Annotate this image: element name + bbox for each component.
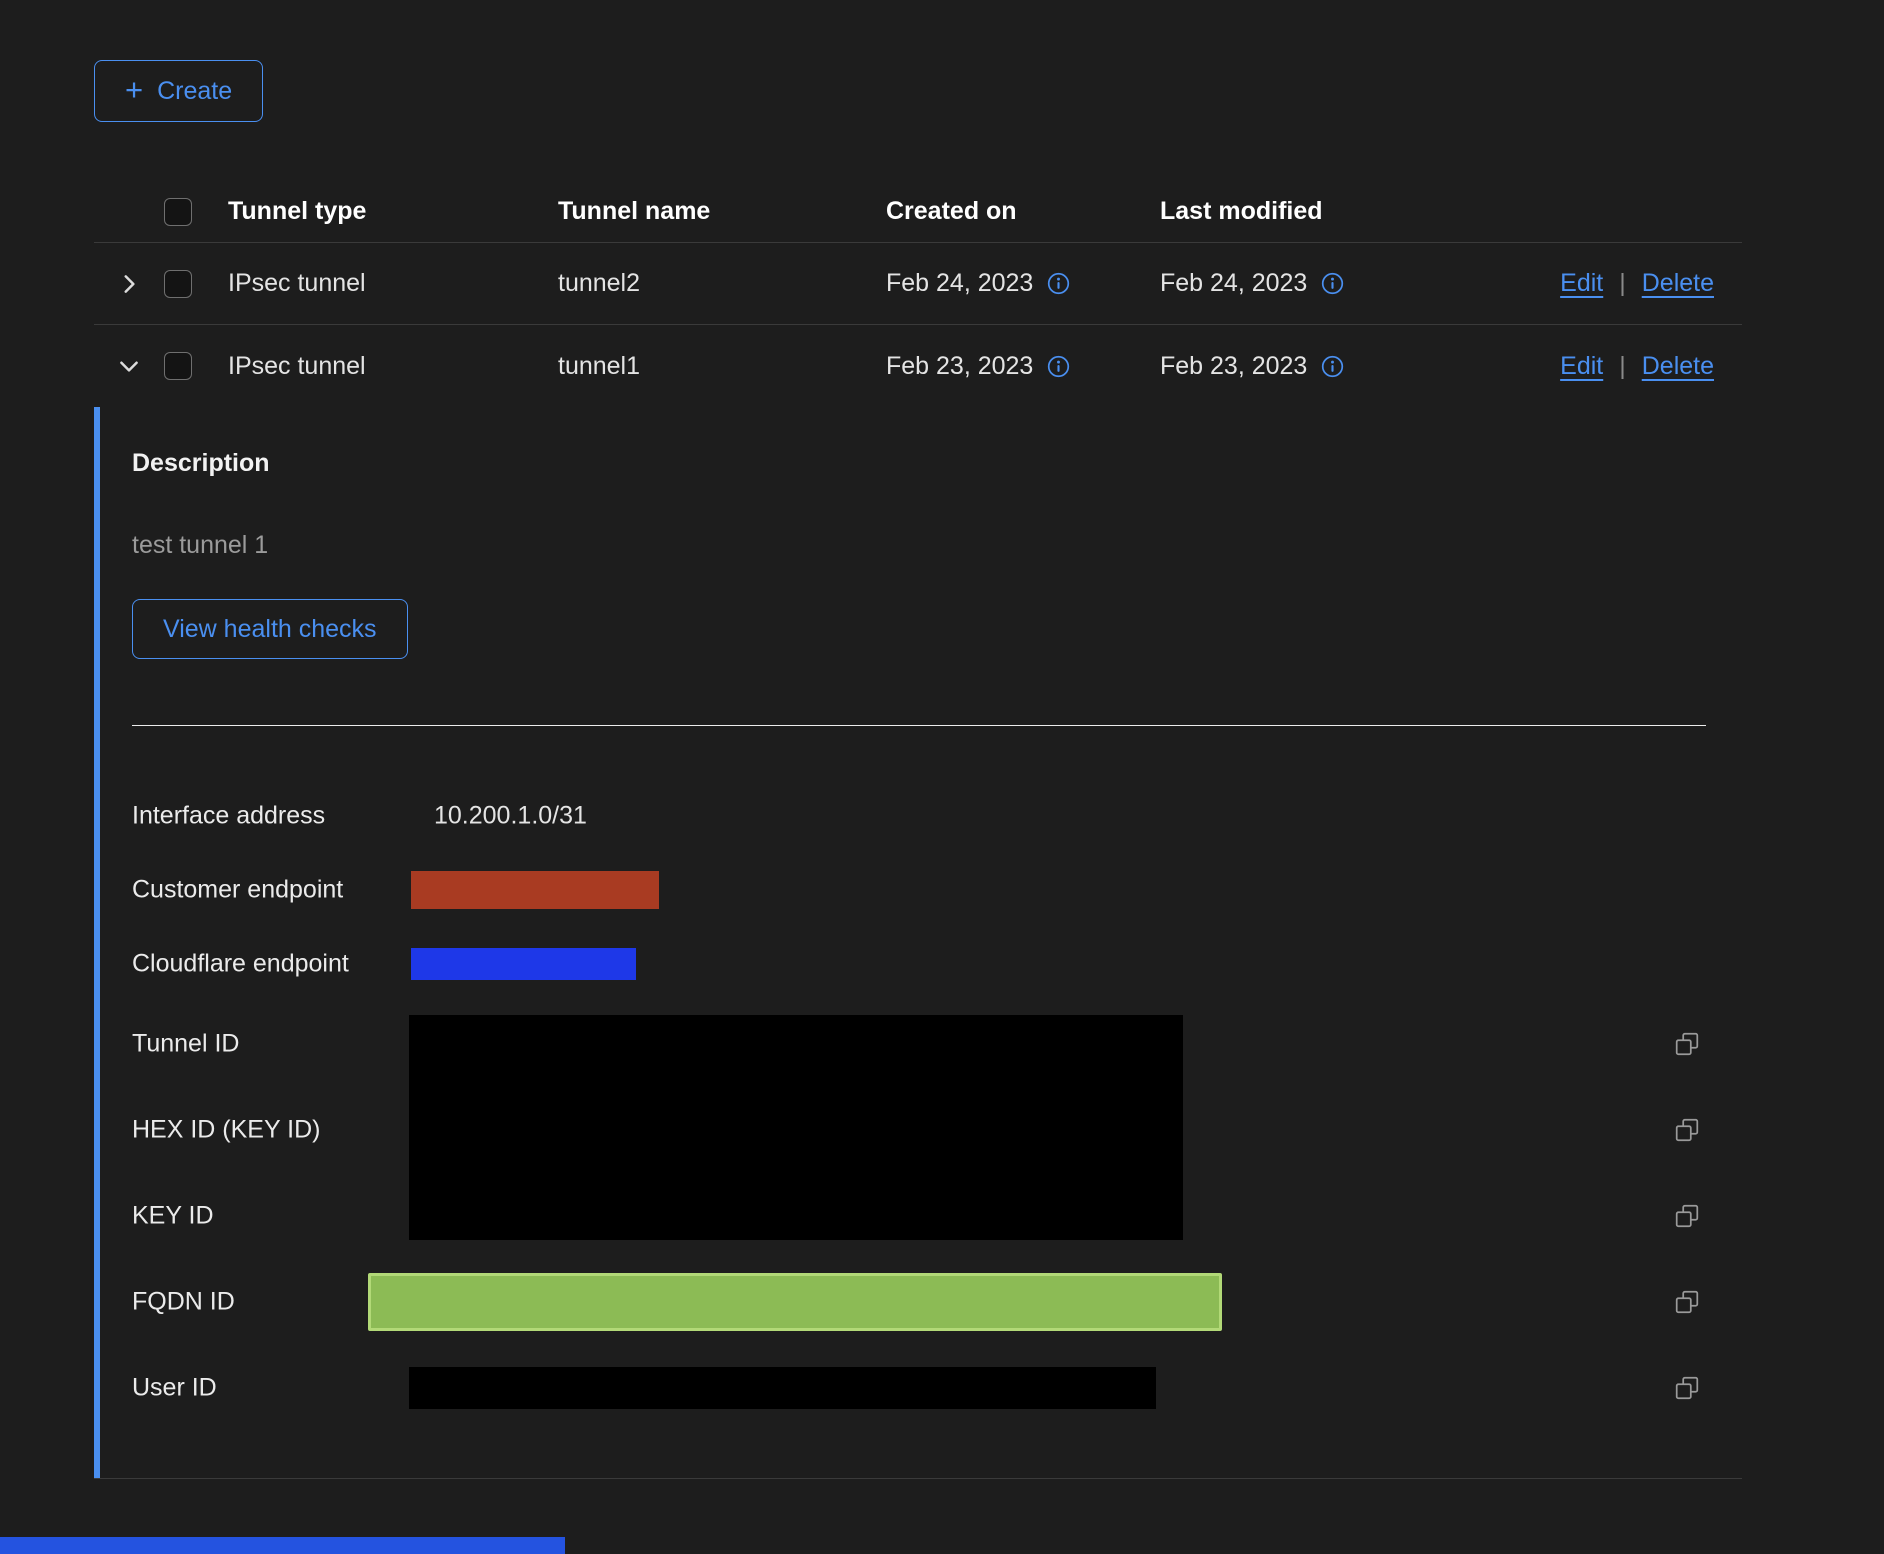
copy-icon <box>1674 1203 1700 1229</box>
tunnel-name-cell: tunnel2 <box>558 269 886 298</box>
delete-link[interactable]: Delete <box>1642 269 1714 298</box>
table-row: IPsec tunnel tunnel2 Feb 24, 2023 Feb 24… <box>94 243 1742 325</box>
field-interface-address: Interface address 10.200.1.0/31 <box>132 779 1742 853</box>
table-row: IPsec tunnel tunnel1 Feb 23, 2023 Feb 23… <box>94 325 1742 407</box>
copy-button[interactable] <box>1674 1203 1700 1229</box>
last-modified-cell: Feb 23, 2023 <box>1160 352 1307 381</box>
expand-row-button[interactable] <box>109 264 149 304</box>
copy-button[interactable] <box>1674 1031 1700 1057</box>
fqdn-id-label: FQDN ID <box>132 1288 235 1317</box>
interface-address-label: Interface address <box>132 802 325 831</box>
select-all-checkbox[interactable] <box>164 198 192 226</box>
copy-icon <box>1674 1117 1700 1143</box>
row-checkbox[interactable] <box>164 270 192 298</box>
edit-link[interactable]: Edit <box>1560 352 1603 381</box>
description-value: test tunnel 1 <box>132 531 1742 560</box>
divider <box>132 725 1706 726</box>
description-label: Description <box>132 449 1742 478</box>
collapse-row-button[interactable] <box>109 346 149 386</box>
info-icon[interactable] <box>1047 272 1070 295</box>
field-cloudflare-endpoint: Cloudflare endpoint <box>132 927 1742 1001</box>
tunnel-type-cell: IPsec tunnel <box>228 269 558 298</box>
plus-icon: + <box>125 74 143 105</box>
tunnels-page: + Create Tunnel type Tunnel name Created… <box>0 0 1884 1554</box>
tunnels-table: Tunnel type Tunnel name Created on Last … <box>94 181 1742 1479</box>
field-user-id: User ID <box>132 1345 1742 1431</box>
info-icon[interactable] <box>1321 272 1344 295</box>
column-header-tunnel-name: Tunnel name <box>558 197 886 226</box>
field-fqdn-id: FQDN ID <box>132 1259 1742 1345</box>
user-id-redacted-value <box>409 1367 1156 1409</box>
copy-icon <box>1674 1289 1700 1315</box>
created-on-cell: Feb 23, 2023 <box>886 352 1033 381</box>
info-icon[interactable] <box>1047 355 1070 378</box>
tunnel-fields: Interface address 10.200.1.0/31 Customer… <box>132 779 1742 1431</box>
column-header-last-modified: Last modified <box>1160 197 1480 226</box>
tunnel-detail-panel: Description test tunnel 1 View health ch… <box>94 407 1742 1478</box>
customer-endpoint-redacted-value <box>411 871 659 909</box>
info-icon[interactable] <box>1321 355 1344 378</box>
delete-link[interactable]: Delete <box>1642 352 1714 381</box>
user-id-label: User ID <box>132 1374 217 1403</box>
customer-endpoint-label: Customer endpoint <box>132 876 343 905</box>
cloudflare-endpoint-redacted-value <box>411 948 636 980</box>
column-header-tunnel-type: Tunnel type <box>228 197 558 226</box>
edit-link[interactable]: Edit <box>1560 269 1603 298</box>
fqdn-id-redacted-value <box>368 1273 1222 1331</box>
create-button[interactable]: + Create <box>94 60 263 122</box>
action-separator: | <box>1619 352 1626 381</box>
hex-id-label: HEX ID (KEY ID) <box>132 1116 320 1145</box>
copy-icon <box>1674 1031 1700 1057</box>
view-health-checks-button[interactable]: View health checks <box>132 599 408 659</box>
last-modified-cell: Feb 24, 2023 <box>1160 269 1307 298</box>
table-header-row: Tunnel type Tunnel name Created on Last … <box>94 181 1742 243</box>
action-separator: | <box>1619 269 1626 298</box>
tunnel-ids-redacted-value <box>409 1015 1183 1240</box>
copy-icon <box>1674 1375 1700 1401</box>
key-id-label: KEY ID <box>132 1202 214 1231</box>
tunnel-type-cell: IPsec tunnel <box>228 352 558 381</box>
field-customer-endpoint: Customer endpoint <box>132 853 1742 927</box>
tunnel-ids-section: Tunnel ID HEX ID (KEY ID) <box>132 1001 1742 1259</box>
column-header-created-on: Created on <box>886 197 1160 226</box>
copy-button[interactable] <box>1674 1375 1700 1401</box>
copy-button[interactable] <box>1674 1117 1700 1143</box>
tunnel-name-cell: tunnel1 <box>558 352 886 381</box>
footer-accent-bar <box>0 1537 565 1554</box>
created-on-cell: Feb 24, 2023 <box>886 269 1033 298</box>
create-button-label: Create <box>157 77 232 106</box>
tunnel-id-label: Tunnel ID <box>132 1030 239 1059</box>
chevron-right-icon <box>116 271 142 297</box>
row-checkbox[interactable] <box>164 352 192 380</box>
chevron-down-icon <box>116 353 142 379</box>
interface-address-value: 10.200.1.0/31 <box>434 802 587 831</box>
copy-button[interactable] <box>1674 1289 1700 1315</box>
cloudflare-endpoint-label: Cloudflare endpoint <box>132 950 349 979</box>
